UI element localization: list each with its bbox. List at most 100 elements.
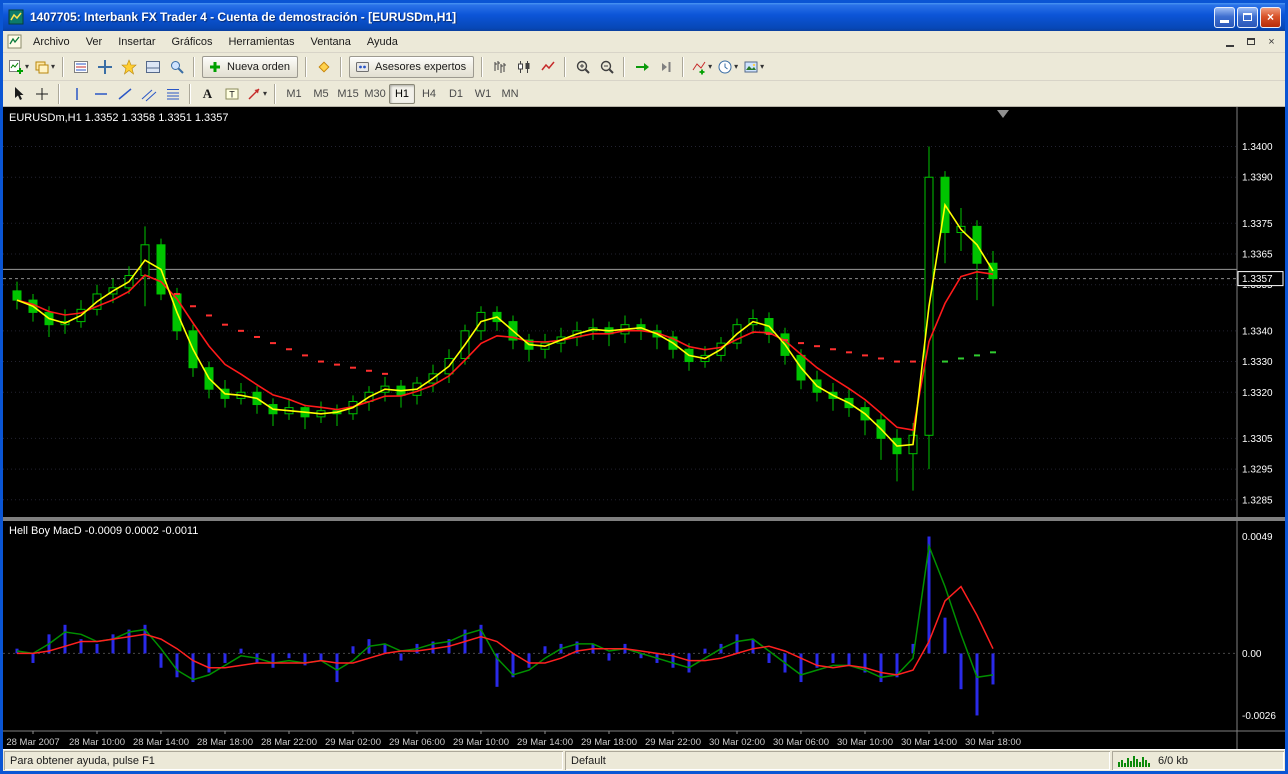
svg-text:1.3285: 1.3285 — [1242, 495, 1273, 506]
svg-text:29 Mar 22:00: 29 Mar 22:00 — [645, 737, 701, 748]
minimize-button[interactable] — [1214, 7, 1235, 28]
svg-text:28 Mar 2007: 28 Mar 2007 — [6, 737, 59, 748]
svg-text:T: T — [229, 89, 235, 99]
chart-shift-button[interactable] — [654, 56, 677, 78]
svg-text:28 Mar 10:00: 28 Mar 10:00 — [69, 737, 125, 748]
new-chart-button[interactable]: ▾ — [6, 56, 31, 78]
svg-text:1.3357: 1.3357 — [1242, 274, 1273, 285]
svg-text:1.3320: 1.3320 — [1242, 388, 1273, 399]
svg-text:0.0049: 0.0049 — [1242, 532, 1273, 543]
svg-text:30 Mar 18:00: 30 Mar 18:00 — [965, 737, 1021, 748]
new-order-button[interactable]: Nueva orden — [202, 56, 298, 78]
menu-archivo[interactable]: Archivo — [25, 33, 78, 51]
child-minimize-button[interactable] — [1220, 33, 1239, 50]
metaeditor-button[interactable] — [312, 56, 335, 78]
svg-text:30 Mar 14:00: 30 Mar 14:00 — [901, 737, 957, 748]
timeframe-w1-button[interactable]: W1 — [470, 84, 496, 104]
svg-text:1.3305: 1.3305 — [1242, 434, 1273, 445]
menu-insertar[interactable]: Insertar — [110, 33, 163, 51]
menu-herramientas[interactable]: Herramientas — [220, 33, 302, 51]
svg-text:28 Mar 22:00: 28 Mar 22:00 — [261, 737, 317, 748]
timeframe-m5-button[interactable]: M5 — [308, 84, 334, 104]
app-window: 1407705: Interbank FX Trader 4 - Cuenta … — [0, 0, 1288, 774]
svg-text:29 Mar 10:00: 29 Mar 10:00 — [453, 737, 509, 748]
app-icon — [7, 8, 25, 26]
timeframe-m30-button[interactable]: M30 — [362, 84, 388, 104]
svg-text:29 Mar 06:00: 29 Mar 06:00 — [389, 737, 445, 748]
svg-text:29 Mar 02:00: 29 Mar 02:00 — [325, 737, 381, 748]
navigator-button[interactable] — [117, 56, 140, 78]
zoom-in-button[interactable] — [571, 56, 594, 78]
child-close-button[interactable]: × — [1262, 33, 1281, 50]
timeframe-h1-button[interactable]: H1 — [389, 84, 415, 104]
titlebar[interactable]: 1407705: Interbank FX Trader 4 - Cuenta … — [3, 3, 1285, 31]
arrows-tool-button[interactable]: ▾ — [244, 83, 269, 105]
timeframe-m1-button[interactable]: M1 — [281, 84, 307, 104]
text-label-tool-button[interactable]: T — [220, 83, 243, 105]
periods-button[interactable]: ▾ — [715, 56, 740, 78]
indicators-button[interactable]: ▾ — [689, 56, 714, 78]
traffic-label: 6/0 kb — [1158, 755, 1188, 767]
horizontal-line-button[interactable] — [89, 83, 112, 105]
svg-text:-0.0026: -0.0026 — [1242, 711, 1276, 722]
chart-document-icon — [5, 34, 23, 50]
cursor-button[interactable] — [6, 83, 29, 105]
chart-canvas[interactable]: 1.34001.33901.33751.33651.33551.33401.33… — [3, 107, 1285, 749]
svg-text:1.3295: 1.3295 — [1242, 465, 1273, 476]
svg-text:1.3340: 1.3340 — [1242, 326, 1273, 337]
menu-graficos[interactable]: Gráficos — [164, 33, 221, 51]
svg-text:1.3400: 1.3400 — [1242, 142, 1273, 153]
close-button[interactable]: × — [1260, 7, 1281, 28]
svg-text:29 Mar 18:00: 29 Mar 18:00 — [581, 737, 637, 748]
robot-icon — [355, 59, 370, 74]
expert-advisors-button[interactable]: Asesores expertos — [349, 56, 474, 78]
crosshair-button[interactable] — [30, 83, 53, 105]
svg-text:28 Mar 14:00: 28 Mar 14:00 — [133, 737, 189, 748]
zoom-out-button[interactable] — [595, 56, 618, 78]
timeframe-h4-button[interactable]: H4 — [416, 84, 442, 104]
menu-ver[interactable]: Ver — [78, 33, 111, 51]
svg-text:30 Mar 02:00: 30 Mar 02:00 — [709, 737, 765, 748]
vertical-line-button[interactable] — [65, 83, 88, 105]
timeframe-d1-button[interactable]: D1 — [443, 84, 469, 104]
svg-text:29 Mar 14:00: 29 Mar 14:00 — [517, 737, 573, 748]
window-title: 1407705: Interbank FX Trader 4 - Cuenta … — [30, 10, 1209, 24]
strategy-tester-button[interactable] — [165, 56, 188, 78]
restore-button[interactable] — [1237, 7, 1258, 28]
menu-ayuda[interactable]: Ayuda — [359, 33, 406, 51]
data-window-button[interactable] — [93, 56, 116, 78]
timeframe-mn-button[interactable]: MN — [497, 84, 523, 104]
fibonacci-button[interactable] — [161, 83, 184, 105]
profiles-button[interactable]: ▾ — [32, 56, 57, 78]
terminal-button[interactable] — [141, 56, 164, 78]
svg-text:1.3365: 1.3365 — [1242, 250, 1273, 261]
svg-text:EURUSDm,H1 1.3352 1.3358 1.3: EURUSDm,H1 1.3352 1.3358 1.3351 1.3357 — [9, 112, 229, 124]
svg-text:1.3375: 1.3375 — [1242, 219, 1273, 230]
status-connection: 6/0 kb — [1112, 751, 1284, 770]
market-watch-button[interactable] — [69, 56, 92, 78]
timeframe-m15-button[interactable]: M15 — [335, 84, 361, 104]
auto-scroll-button[interactable] — [630, 56, 653, 78]
svg-text:1.3390: 1.3390 — [1242, 173, 1273, 184]
price-chart-window[interactable]: 1.34001.33901.33751.33651.33551.33401.33… — [3, 107, 1285, 749]
child-restore-button[interactable] — [1241, 33, 1260, 50]
templates-button[interactable]: ▾ — [741, 56, 766, 78]
status-help-text: Para obtener ayuda, pulse F1 — [4, 751, 563, 770]
trendline-button[interactable] — [113, 83, 136, 105]
line-chart-button[interactable] — [536, 56, 559, 78]
channel-button[interactable] — [137, 83, 160, 105]
text-tool-button[interactable]: A — [196, 83, 219, 105]
standard-toolbar: ▾ ▾ Nueva orden — [3, 53, 1285, 81]
plus-icon — [208, 60, 222, 74]
statusbar: Para obtener ayuda, pulse F1 Default 6/0… — [3, 749, 1285, 771]
svg-text:0.00: 0.00 — [1242, 649, 1262, 660]
drawing-toolbar: A T ▾ M1 M5 M15 M30 H1 H4 D1 W1 MN — [3, 81, 1285, 107]
svg-text:28 Mar 18:00: 28 Mar 18:00 — [197, 737, 253, 748]
candlestick-chart-button[interactable] — [512, 56, 535, 78]
bar-chart-button[interactable] — [488, 56, 511, 78]
status-profile[interactable]: Default — [565, 751, 1110, 770]
menu-ventana[interactable]: Ventana — [303, 33, 359, 51]
svg-text:30 Mar 06:00: 30 Mar 06:00 — [773, 737, 829, 748]
connection-status-icon — [1118, 754, 1152, 767]
svg-text:30 Mar 10:00: 30 Mar 10:00 — [837, 737, 893, 748]
